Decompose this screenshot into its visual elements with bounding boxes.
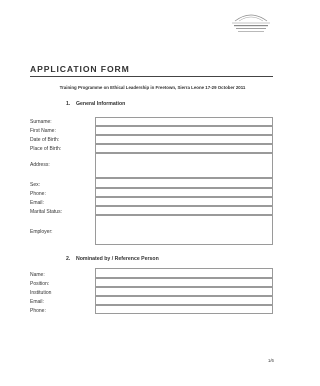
section-2-title: Nominated by / Reference Person: [76, 256, 159, 262]
phone-label: Phone:: [30, 191, 46, 197]
section-1-number: 1.: [66, 101, 71, 107]
date-of-birth-label: Date of Birth:: [30, 137, 60, 143]
employer-label: Employer:: [30, 229, 53, 235]
email-label: Email:: [30, 200, 44, 206]
date-of-birth-field[interactable]: [95, 135, 273, 144]
nominator-email-field[interactable]: [95, 296, 273, 305]
place-of-birth-field[interactable]: [95, 144, 273, 153]
title-divider: [30, 76, 273, 78]
nominator-name-label: Name:: [30, 272, 45, 278]
nominator-institution-label: Institution: [30, 290, 52, 296]
nominator-email-label: Email:: [30, 299, 44, 305]
place-of-birth-label: Place of Birth:: [30, 146, 62, 152]
nominator-phone-label: Phone:: [30, 308, 46, 314]
section-2-heading: 2. Nominated by / Reference Person: [66, 256, 159, 262]
address-label: Address:: [30, 162, 50, 168]
organization-logo: [228, 8, 274, 38]
page-number: 1/6: [268, 358, 274, 363]
form-title: APPLICATION FORM: [30, 64, 130, 74]
email-field[interactable]: [95, 197, 273, 206]
logo-emblem-icon: [232, 14, 270, 32]
section-2-number: 2.: [66, 256, 71, 262]
surname-field[interactable]: [95, 117, 273, 126]
employer-field[interactable]: [95, 215, 273, 245]
sex-label: Sex:: [30, 182, 41, 188]
nominator-institution-field[interactable]: [95, 287, 273, 296]
marital-status-field[interactable]: [95, 206, 273, 215]
surname-label: Surname:: [30, 119, 52, 125]
nominator-phone-field[interactable]: [95, 305, 273, 314]
marital-status-label: Marital Status:: [30, 209, 62, 215]
first-name-field[interactable]: [95, 126, 273, 135]
nominator-position-label: Position:: [30, 281, 50, 287]
nominator-position-field[interactable]: [95, 278, 273, 287]
section-1-heading: 1. General Information: [66, 101, 125, 107]
sex-field[interactable]: [95, 178, 273, 188]
first-name-label: First Name:: [30, 128, 56, 134]
form-subtitle: Training Programme on Ethical Leadership…: [59, 85, 246, 90]
phone-field[interactable]: [95, 188, 273, 197]
section-1-title: General Information: [76, 101, 126, 107]
nominator-name-field[interactable]: [95, 268, 273, 278]
address-field[interactable]: [95, 153, 273, 178]
